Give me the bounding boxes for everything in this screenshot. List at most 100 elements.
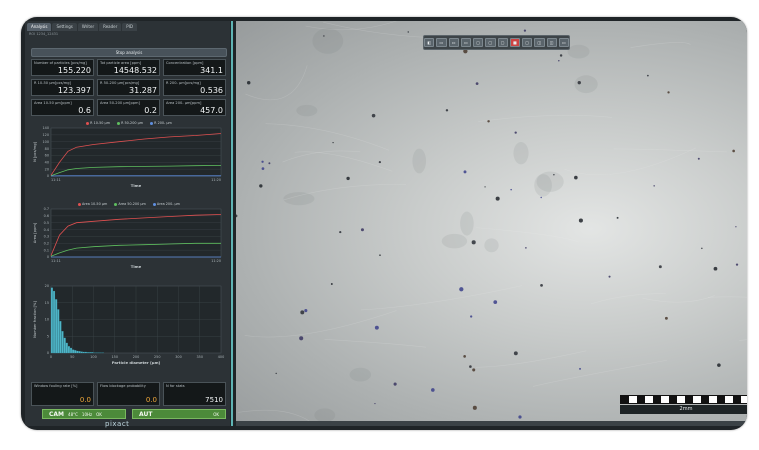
particle	[667, 91, 670, 94]
horizontal-scrollbar[interactable]	[236, 421, 747, 426]
scratch-line	[237, 409, 310, 421]
legend-entry: Area 10-50 µm	[78, 202, 107, 206]
metric-box: R 50-200 µm[pcs/mg] 31.287	[97, 79, 160, 96]
tab-pid[interactable]: PID	[122, 23, 137, 31]
scale-bar-label: 2mm	[620, 405, 747, 414]
y-tick-label: 0.4	[44, 228, 49, 232]
blur-spot	[441, 233, 468, 249]
particle	[495, 196, 500, 201]
particle	[268, 162, 271, 165]
x-tick-label: 100	[90, 355, 96, 359]
legend-label: Area 200- µm	[156, 202, 180, 206]
toolbar-button[interactable]: ◫	[534, 38, 545, 47]
tab-reader[interactable]: Reader	[99, 23, 122, 31]
particle	[275, 372, 277, 375]
toolbar-button[interactable]: ◧	[424, 38, 435, 47]
y-tick-label: 0.2	[44, 241, 49, 245]
y-axis-label: N [pcs/mg]	[33, 142, 37, 162]
particle	[713, 266, 718, 271]
x-axis-label: Time	[131, 183, 142, 188]
metric-value: 155.220	[57, 66, 91, 75]
y-tick-label: 15	[45, 301, 49, 305]
metric-box: Tot particle area [ppm] 14548.532	[97, 59, 160, 76]
histogram-bar	[50, 287, 53, 354]
scratch-line	[324, 339, 427, 348]
x-tick-label: 400	[218, 355, 224, 359]
histogram-bar	[76, 350, 79, 354]
y-tick-label: 0.6	[44, 214, 49, 218]
metric-value: 0.2	[144, 106, 157, 115]
histogram-bar	[59, 321, 62, 354]
blur-spot	[314, 408, 336, 421]
camera-view[interactable]: ◧ ▭ ▭ ▭ ▢ ▢ ▢ ■ ▢ ◫ ◫ ▭ 2mm	[236, 21, 747, 421]
scale-bar: 2mm	[620, 395, 747, 414]
tab-writer[interactable]: Writer	[77, 23, 99, 31]
app-frame: Analysis Settings Writer Reader PID ROI …	[21, 17, 747, 430]
camera-status[interactable]: CAM 48°C 10Hz OK	[42, 409, 126, 419]
x-tick-label: 11:20	[211, 259, 221, 263]
toolbar-button[interactable]: ▢	[473, 38, 484, 47]
stop-analysis-button[interactable]: Stop analysis	[31, 48, 227, 57]
y-tick-label: 20	[45, 284, 49, 288]
scratch-line	[642, 295, 715, 303]
histogram-bar	[67, 346, 70, 354]
x-tick-label: 0	[50, 355, 52, 359]
histogram-bar	[61, 331, 64, 354]
scratch-line	[294, 151, 393, 172]
toolbar-button[interactable]: ▭	[436, 38, 447, 47]
particle	[578, 218, 583, 223]
particle	[393, 382, 397, 386]
scratch-line	[245, 65, 308, 101]
metric-box: Area 10-50 µm[ppm] 0.6	[31, 99, 94, 116]
y-tick-label: 140	[43, 126, 49, 130]
legend-entry: R 50-200 µm	[117, 121, 143, 125]
histogram-bar	[65, 342, 68, 354]
x-tick-label: 11:20	[211, 178, 221, 182]
histogram-bar	[53, 290, 56, 354]
particle	[346, 176, 350, 181]
blur-spot	[484, 238, 499, 253]
automation-status[interactable]: AUT OK	[132, 409, 226, 419]
toolbar-button[interactable]: ◫	[546, 38, 557, 47]
particle	[471, 240, 476, 245]
panel-divider[interactable]	[231, 21, 233, 426]
metric-box: Area 200- µm[ppm] 457.0	[163, 99, 226, 116]
metric-box: Number of particles [pcs/mg] 155.220	[31, 59, 94, 76]
x-tick-label: 150	[112, 355, 118, 359]
blur-spot	[412, 148, 427, 174]
legend-entry: R 200- µm	[150, 121, 172, 125]
image-toolbar: ◧ ▭ ▭ ▭ ▢ ▢ ▢ ■ ▢ ◫ ◫ ▭	[423, 35, 570, 50]
status-bar: CAM 48°C 10Hz OK AUT OK	[42, 409, 226, 419]
particle	[697, 157, 700, 160]
particle	[525, 247, 527, 249]
metric-value: 0.6	[78, 106, 91, 115]
analysis-panel: Analysis Settings Writer Reader PID ROI …	[25, 21, 230, 426]
toolbar-button[interactable]: ▭	[558, 38, 569, 47]
particle	[261, 167, 265, 170]
tab-analysis[interactable]: Analysis	[27, 23, 52, 31]
particle	[445, 109, 449, 112]
toolbar-button[interactable]: ▢	[522, 38, 533, 47]
plot-area	[50, 208, 222, 258]
size-distribution-chart: 0 5 10 15 20 0 50 100 150 200 250 300 350 400 Particle…	[31, 283, 227, 369]
x-tick-label: 11:11	[51, 259, 61, 263]
toolbar-button[interactable]: ▢	[497, 38, 508, 47]
toolbar-button[interactable]: ▢	[485, 38, 496, 47]
toolbar-button[interactable]: ▭	[448, 38, 459, 47]
particle	[514, 131, 517, 134]
blur-spot	[296, 104, 318, 117]
tab-settings[interactable]: Settings	[52, 23, 77, 31]
record-button[interactable]: ■	[509, 38, 520, 47]
particle	[379, 254, 381, 256]
y-tick-label: 0.1	[44, 248, 49, 252]
particle	[523, 29, 527, 32]
toolbar-button[interactable]: ▭	[460, 38, 471, 47]
metrics-grid: Number of particles [pcs/mg] 155.220 Tot …	[31, 59, 226, 116]
cam-freq: 10Hz	[81, 411, 93, 417]
particle	[300, 310, 305, 315]
particle	[261, 160, 264, 163]
particle	[717, 363, 721, 367]
scale-bar-checker	[620, 395, 747, 404]
y-tick-label: 0	[47, 174, 49, 178]
legend-label: Area 50-200 µm	[118, 202, 146, 206]
